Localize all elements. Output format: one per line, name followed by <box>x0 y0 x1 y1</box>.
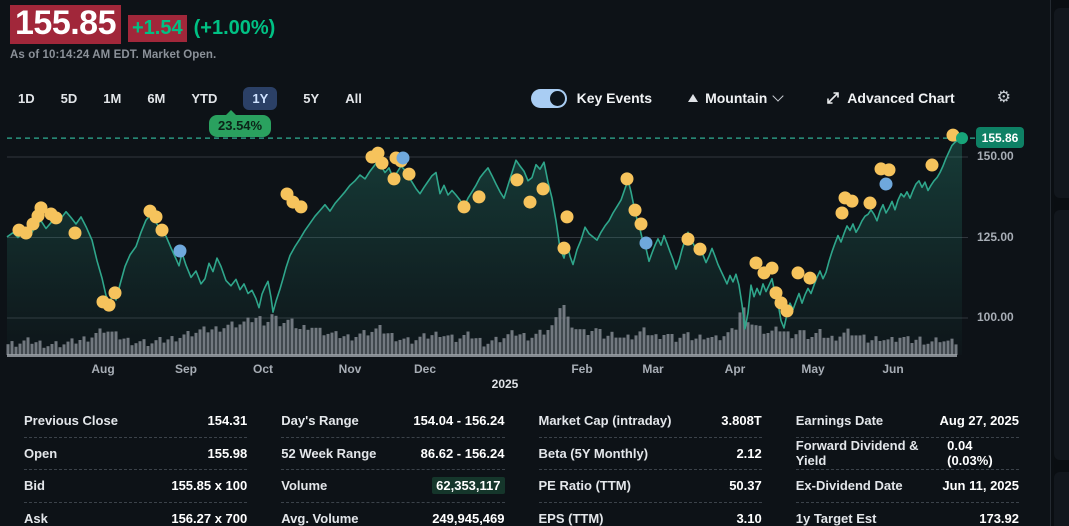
price-row: 155.85 +1.54 (+1.00%) <box>10 5 275 44</box>
stats-column: Market Cap (intraday) 3.808T Beta (5Y Mont… <box>538 405 762 526</box>
stat-row: Avg. Volume 249,945,469 <box>281 503 504 526</box>
range-tab-ytd[interactable]: YTD <box>191 87 217 110</box>
range-tab-6m[interactable]: 6M <box>147 87 165 110</box>
stat-value: 154.31 <box>207 413 248 429</box>
stat-value: 0.04 (0.03%) <box>947 438 993 469</box>
stats-column: Earnings Date Aug 27, 2025 Forward Dividen… <box>795 405 1020 526</box>
stat-label: Forward Dividend & Yield <box>795 438 919 469</box>
x-axis-tick: Aug <box>91 362 115 376</box>
x-axis-year: 2025 <box>491 377 519 391</box>
stat-value: 50.37 <box>729 478 762 494</box>
statistics-grid: Previous Close 154.31 Open 155.98 Bid 155.85 … <box>24 405 1019 526</box>
stat-value: 173.92 <box>979 510 1019 526</box>
period-return-badge: 23.54% <box>209 110 272 137</box>
settings-gear-icon[interactable]: ⚙ <box>997 90 1011 106</box>
x-axis-tick: Feb <box>571 362 593 376</box>
stat-value: Jun 11, 2025 <box>942 478 1019 494</box>
stat-value: 156.27 x 700 <box>171 510 248 526</box>
stat-value: 86.62 - 156.24 <box>420 445 505 461</box>
stat-label: Ex-Dividend Date <box>795 478 903 494</box>
x-axis-tick: Sep <box>174 362 197 376</box>
range-tab-1d[interactable]: 1D <box>18 87 35 110</box>
stat-row: PE Ratio (TTM) 50.37 <box>538 470 762 503</box>
stat-value: 155.85 x 100 <box>171 478 248 494</box>
price-change: +1.54 <box>128 15 187 42</box>
x-axis-tick: Mar <box>642 362 664 376</box>
price-change-percent: (+1.00%) <box>193 17 276 39</box>
stat-row: Ask 156.27 x 700 <box>24 503 247 526</box>
adjacent-panel-block <box>1054 472 1069 526</box>
range-tab-all[interactable]: All <box>345 87 362 110</box>
stats-column: Previous Close 154.31 Open 155.98 Bid 155.85 … <box>24 405 248 526</box>
x-axis-tick: Jun <box>882 362 904 376</box>
chart-toolbar: 1D 5D 1M 6M YTD 1Y 5Y All Key Events Mountain A… <box>0 84 1069 112</box>
stat-value: 155.98 <box>207 445 248 461</box>
stat-value: Aug 27, 2025 <box>939 413 1020 429</box>
stat-label: Volume <box>281 478 328 494</box>
x-axis-tick: May <box>801 362 825 376</box>
stat-row: Previous Close 154.31 <box>24 405 248 438</box>
stat-row: 52 Week Range 86.62 - 156.24 <box>281 438 505 470</box>
stat-row: Open 155.98 <box>24 438 248 470</box>
chart-type-label: Mountain <box>705 90 768 106</box>
stat-value: 3.808T <box>721 413 762 429</box>
x-axis-tick: Nov <box>338 362 362 376</box>
stat-value: 249,945,469 <box>432 510 505 526</box>
expand-arrow-icon <box>827 92 840 104</box>
toggle-knob <box>549 90 565 106</box>
key-events-toggle[interactable] <box>530 88 567 108</box>
advanced-chart-button[interactable]: Advanced Chart <box>826 90 955 106</box>
range-tab-5y[interactable]: 5Y <box>303 87 319 110</box>
stat-label: 52 Week Range <box>281 445 377 461</box>
stat-label: Beta (5Y Monthly) <box>538 445 649 461</box>
stat-row: EPS (TTM) 3.10 <box>539 503 762 526</box>
stat-label: EPS (TTM) <box>538 510 604 526</box>
price-chart-canvas[interactable] <box>0 120 1069 360</box>
adjacent-panel-edge <box>1050 0 1069 526</box>
range-tab-1m[interactable]: 1M <box>103 87 121 110</box>
stat-row: 1y Target Est 173.92 <box>796 503 1019 526</box>
x-axis-tick: Dec <box>413 362 436 376</box>
stat-row: Ex-Dividend Date Jun 11, 2025 <box>795 470 1019 503</box>
stock-quote-page: 155.85 +1.54 (+1.00%) As of 10:14:24 AM … <box>0 0 1069 526</box>
stat-label: Bid <box>24 478 45 494</box>
chevron-down-icon <box>772 90 784 102</box>
stat-value: 2.12 <box>736 445 762 461</box>
mountain-icon <box>688 94 699 102</box>
stat-label: Ask <box>24 510 48 526</box>
chart-type-dropdown[interactable]: Mountain <box>688 90 784 106</box>
range-tabs: 1D 5D 1M 6M YTD 1Y 5Y All <box>18 86 362 110</box>
stats-column: Day's Range 154.04 - 156.24 52 Week Range 8… <box>281 405 505 526</box>
stat-row: Beta (5Y Monthly) 2.12 <box>538 438 762 470</box>
stat-value: 3.10 <box>736 510 762 526</box>
stat-label: PE Ratio (TTM) <box>538 478 631 494</box>
stat-value: 62,353,117 <box>432 477 505 495</box>
stat-row: Bid 155.85 x 100 <box>24 470 248 503</box>
stat-label: Earnings Date <box>795 413 884 429</box>
stat-label: 1y Target Est <box>795 510 877 526</box>
stat-label: Market Cap (intraday) <box>538 413 672 429</box>
price-header: 155.85 +1.54 (+1.00%) As of 10:14:24 AM … <box>10 5 275 61</box>
adjacent-panel-block <box>1054 210 1069 460</box>
chart-tools: Key Events Mountain Advanced Chart ⚙ <box>530 88 1011 108</box>
stat-label: Day's Range <box>281 413 359 429</box>
stat-label: Previous Close <box>24 413 118 429</box>
market-status: As of 10:14:24 AM EDT. Market Open. <box>10 48 217 61</box>
x-axis-tick: Oct <box>252 362 273 376</box>
stat-row: Forward Dividend & Yield 0.04 (0.03%) <box>795 438 1019 470</box>
stat-value: 154.04 - 156.24 <box>413 413 505 429</box>
stat-label: Avg. Volume <box>281 510 359 526</box>
advanced-chart-label: Advanced Chart <box>847 90 955 106</box>
adjacent-panel-block <box>1054 8 1069 198</box>
range-tab-1y[interactable]: 1Y <box>243 86 278 110</box>
current-price: 155.85 <box>10 5 121 44</box>
stat-row: Volume 62,353,117 <box>281 470 505 503</box>
stat-label: Open <box>24 445 58 461</box>
range-tab-5d[interactable]: 5D <box>61 87 78 110</box>
key-events-label: Key Events <box>576 90 653 106</box>
x-axis-tick: Apr <box>724 362 746 376</box>
stat-row: Earnings Date Aug 27, 2025 <box>795 405 1020 438</box>
stat-row: Day's Range 154.04 - 156.24 <box>281 405 505 438</box>
stat-row: Market Cap (intraday) 3.808T <box>538 405 762 438</box>
